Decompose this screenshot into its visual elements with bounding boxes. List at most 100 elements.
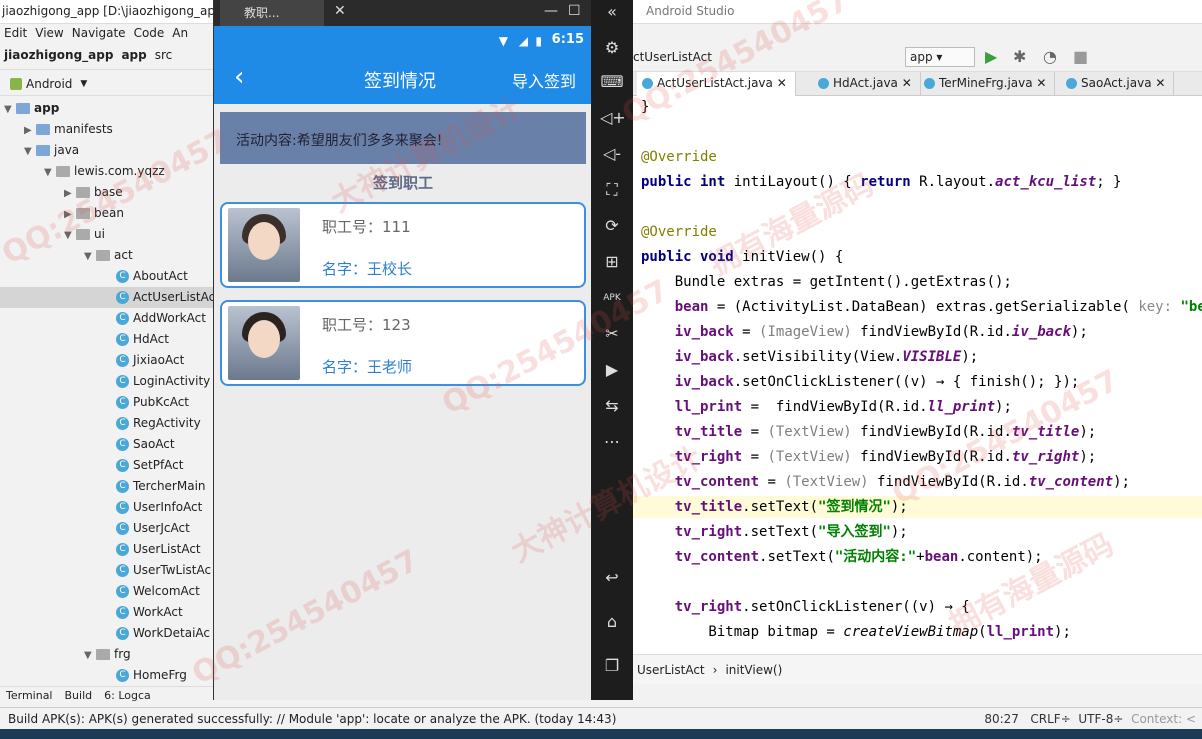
tree-item[interactable]: ▶ base	[0, 182, 213, 203]
chevron-down-icon[interactable]: ▼	[84, 246, 96, 267]
tree-item[interactable]: ▼ app	[0, 98, 213, 119]
tab-hdact[interactable]: HdAct.java ✕	[813, 72, 921, 96]
tree-item[interactable]: C HomeFrg	[0, 665, 213, 682]
code-editor[interactable]: } @Override public int intiLayout() { re…	[633, 96, 1202, 654]
chevron-right-icon[interactable]: ▶	[64, 204, 76, 225]
tree-item[interactable]: ▼ lewis.com.yqzz	[0, 161, 213, 182]
chevron-right-icon[interactable]: ▶	[64, 183, 76, 204]
tab-terminefrg[interactable]: TerMineFrg.java ✕	[919, 72, 1056, 96]
more-icon[interactable]: ⋯	[600, 430, 624, 454]
crumb-method[interactable]: initView()	[721, 655, 786, 685]
screenshot-icon[interactable]: ⛶	[600, 178, 624, 202]
tree-item[interactable]: ▼ java	[0, 140, 213, 161]
back-icon[interactable]: ‹	[234, 64, 244, 90]
settings-icon[interactable]: ⚙	[600, 36, 624, 60]
maximize-icon[interactable]: ☐	[568, 3, 581, 19]
menu-code[interactable]: Code	[130, 24, 169, 42]
add-icon[interactable]: ⊞	[600, 250, 624, 274]
tree-item[interactable]: C AboutAct	[0, 266, 213, 287]
chevron-down-icon[interactable]: ▼	[84, 645, 96, 666]
status-bar: Build APK(s): APK(s) generated successfu…	[0, 707, 1202, 729]
tree-item[interactable]: C HdAct	[0, 329, 213, 350]
tree-item[interactable]: ▼ act	[0, 245, 213, 266]
stop-icon[interactable]: ■	[1073, 47, 1088, 66]
menu-navigate[interactable]: Navigate	[68, 24, 130, 42]
collapse-icon[interactable]: «	[600, 0, 624, 24]
play-icon[interactable]: ▶	[600, 358, 624, 382]
share-icon[interactable]: ⇆	[600, 394, 624, 418]
tree-item[interactable]: ▼ frg	[0, 644, 213, 665]
crumb-class[interactable]: UserListAct	[633, 655, 709, 685]
menu-analyze[interactable]: An	[168, 24, 192, 42]
tree-item-label: app	[34, 101, 60, 115]
volume-up-icon[interactable]: ◁+	[600, 106, 626, 130]
tree-item[interactable]: C WelcomAct	[0, 581, 213, 602]
scissors-icon[interactable]: ✂	[600, 322, 624, 346]
tree-item-label: UserJcAct	[133, 521, 190, 535]
context-indicator[interactable]: Context: <	[1131, 712, 1196, 726]
profile-icon[interactable]: ◔	[1043, 47, 1057, 66]
tree-item[interactable]: C UserTwListAc	[0, 560, 213, 581]
recents-icon[interactable]: ❐	[600, 654, 624, 678]
tree-item-label: HdAct	[133, 332, 169, 346]
tree-item[interactable]: C LoginActivity	[0, 371, 213, 392]
run-config-select[interactable]: app ▾	[905, 47, 975, 67]
rotate-icon[interactable]: ⟳	[600, 214, 624, 238]
breadcrumb-project[interactable]: jiaozhigong_app	[0, 44, 117, 66]
chevron-right-icon[interactable]: ▶	[24, 120, 36, 141]
tab-saoact[interactable]: SaoAct.java ✕	[1061, 72, 1175, 96]
home-icon[interactable]: ⌂	[600, 610, 624, 634]
emulator-tab[interactable]: 教职...	[220, 0, 324, 26]
minimize-icon[interactable]: —	[544, 3, 558, 19]
chevron-down-icon[interactable]: ▼	[44, 162, 56, 183]
tree-item[interactable]: C TercherMain	[0, 476, 213, 497]
tree-item[interactable]: C JixiaoAct	[0, 350, 213, 371]
tree-item[interactable]: C AddWorkAct	[0, 308, 213, 329]
cursor-position[interactable]: 80:27	[984, 712, 1019, 726]
run-icon[interactable]: ▶	[985, 47, 997, 66]
tab-actuserlistact[interactable]: ActUserListAct.java ✕	[637, 72, 796, 96]
tree-item-label: AboutAct	[133, 269, 188, 283]
tree-item[interactable]: ▶ manifests	[0, 119, 213, 140]
tree-item-label: UserInfoAct	[133, 500, 203, 514]
project-view-selector[interactable]: Android ▼	[0, 72, 213, 96]
chevron-down-icon[interactable]: ▼	[24, 141, 36, 162]
staff-card[interactable]: 职工号：123 名字：王老师	[220, 300, 586, 386]
volume-down-icon[interactable]: ◁-	[600, 142, 624, 166]
menu-view[interactable]: View	[31, 24, 67, 42]
tree-item[interactable]: ▼ ui	[0, 224, 213, 245]
tree-item[interactable]: C UserJcAct	[0, 518, 213, 539]
tree-item-label: JixiaoAct	[133, 353, 185, 367]
breadcrumb-app[interactable]: app	[117, 44, 150, 66]
chevron-down-icon[interactable]: ▼	[4, 99, 16, 120]
line-separator[interactable]: CRLF÷	[1030, 712, 1070, 726]
tab-build[interactable]: Build	[59, 687, 99, 704]
breadcrumb-src[interactable]: src	[151, 44, 177, 66]
nav-back-icon[interactable]: ↩	[600, 566, 624, 590]
tree-item[interactable]: C ActUserListAct	[0, 287, 213, 308]
tree-item[interactable]: C UserListAct	[0, 539, 213, 560]
debug-icon[interactable]: ✱	[1013, 47, 1026, 66]
import-signin-button[interactable]: 导入签到	[512, 68, 576, 92]
folder-icon	[76, 229, 90, 240]
tree-item[interactable]: C SetPfAct	[0, 455, 213, 476]
tree-item[interactable]: C SaoAct	[0, 434, 213, 455]
tree-item[interactable]: ▶ bean	[0, 203, 213, 224]
staff-card[interactable]: 职工号：111 名字：王校长	[220, 202, 586, 288]
chevron-down-icon[interactable]: ▼	[64, 225, 76, 246]
tab-logcat[interactable]: 6: Logca	[98, 687, 157, 704]
tree-item[interactable]: C PubKcAct	[0, 392, 213, 413]
staff-number: 职工号：123	[322, 316, 411, 334]
keyboard-icon[interactable]: ⌨	[600, 70, 624, 94]
tree-item[interactable]: C RegActivity	[0, 413, 213, 434]
tree-item[interactable]: C UserInfoAct	[0, 497, 213, 518]
file-encoding[interactable]: UTF-8÷	[1078, 712, 1123, 726]
editor-breadcrumb[interactable]: ctUserListAct	[633, 50, 712, 64]
tree-item[interactable]: C WorkDetaiAc	[0, 623, 213, 644]
apk-icon[interactable]: APK	[600, 286, 624, 310]
tab-terminal[interactable]: Terminal	[0, 687, 59, 704]
menu-edit[interactable]: Edit	[0, 24, 31, 42]
tree-item[interactable]: C WorkAct	[0, 602, 213, 623]
close-icon[interactable]: ✕	[334, 3, 346, 19]
class-icon: C	[116, 438, 129, 451]
